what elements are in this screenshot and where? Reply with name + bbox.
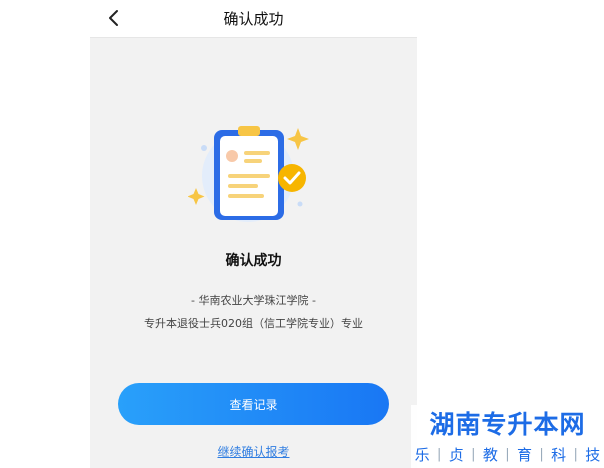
nav-bar: 确认成功 [90, 0, 417, 38]
separator: | [437, 446, 442, 462]
major-name: 专升本退役士兵020组（信工学院专业）专业 [144, 317, 363, 330]
continue-confirm-link[interactable]: 继续确认报考 [90, 443, 417, 460]
separator: | [539, 446, 544, 462]
success-title: 确认成功 [225, 253, 282, 269]
separator: | [471, 446, 476, 462]
separator: | [573, 446, 578, 462]
page-title: 确认成功 [223, 10, 284, 28]
watermark-subtitle: 乐 | 贞 | 教 | 育 | 科 | 技 [411, 440, 604, 468]
separator: | [505, 446, 510, 462]
clipboard-success-illustration [188, 126, 309, 222]
phone-screen: 确认成功 确认成功 - 华南农业大学珠江学院 - 专升本退役士兵020组（信工学… [90, 0, 417, 468]
watermark-char: 贞 [448, 445, 464, 464]
watermark-title: 湖南专升本网 [411, 405, 604, 440]
watermark-char: 教 [482, 445, 498, 464]
check-badge-icon [278, 164, 306, 192]
sparkle-icon [188, 188, 205, 205]
school-name: - 华南农业大学珠江学院 - [191, 294, 316, 307]
watermark-char: 技 [585, 445, 601, 464]
watermark-char: 育 [517, 445, 533, 464]
watermark-char: 乐 [414, 445, 430, 464]
watermark-char: 科 [551, 445, 567, 464]
view-records-button[interactable]: 查看记录 [118, 383, 389, 425]
sparkle-icon [287, 128, 309, 150]
